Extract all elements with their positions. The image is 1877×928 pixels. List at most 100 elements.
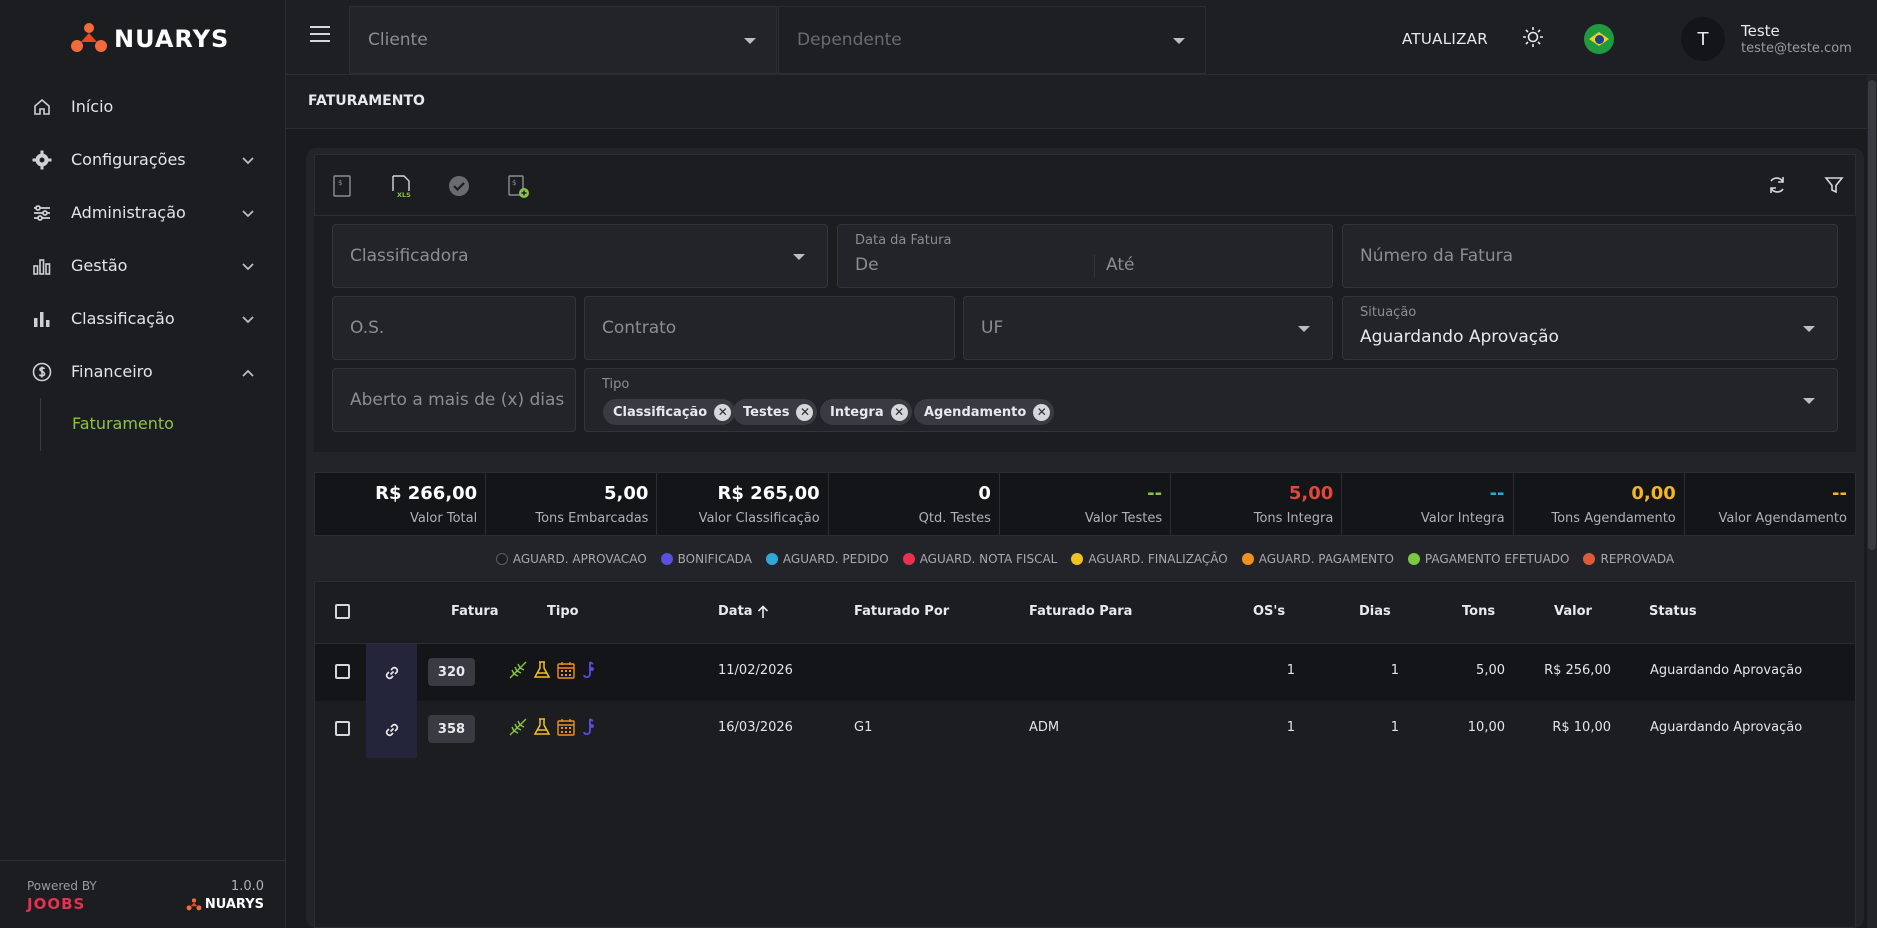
row-link-button[interactable]	[366, 644, 417, 701]
logo-mark-icon	[71, 23, 107, 52]
sidebar-item-configuracoes[interactable]: Configurações	[0, 133, 286, 186]
os-placeholder: O.S.	[350, 318, 385, 338]
remove-chip-icon[interactable]: ✕	[890, 403, 908, 421]
chip-integra[interactable]: Integra ✕	[820, 399, 912, 425]
remove-chip-icon[interactable]: ✕	[714, 403, 732, 421]
col-faturado-por[interactable]: Faturado Por	[854, 604, 949, 619]
col-tons[interactable]: Tons	[1462, 604, 1495, 619]
uf-select[interactable]: UF	[963, 296, 1333, 360]
legend-item: AGUARD. FINALIZAÇÃO	[1071, 552, 1228, 566]
situacao-select[interactable]: Situação Aguardando Aprovação	[1342, 296, 1838, 360]
legend-item: BONIFICADA	[660, 552, 752, 566]
remove-chip-icon[interactable]: ✕	[796, 403, 814, 421]
select-all-checkbox[interactable]	[335, 604, 350, 619]
range-divider	[1094, 255, 1095, 277]
col-tipo[interactable]: Tipo	[547, 604, 579, 619]
avatar[interactable]: T	[1681, 17, 1725, 61]
col-valor[interactable]: Valor	[1554, 604, 1592, 619]
aberto-dias-placeholder: Aberto a mais de (x) dias	[350, 390, 565, 410]
kpi-value: --	[1147, 483, 1163, 504]
brand-logo[interactable]: NUARYS	[70, 22, 229, 56]
page-scrollbar[interactable]	[1867, 75, 1877, 928]
row-checkbox[interactable]	[335, 721, 350, 736]
col-dias[interactable]: Dias	[1359, 604, 1391, 619]
tipo-multiselect[interactable]: Tipo Classificação ✕ Testes ✕ Integra ✕ Age…	[584, 368, 1838, 432]
col-os[interactable]: OS's	[1253, 604, 1285, 619]
kpi-value: 5,00	[1288, 483, 1334, 504]
col-faturado-para[interactable]: Faturado Para	[1029, 604, 1132, 619]
chevron-down-icon	[242, 257, 254, 275]
logo-mark-icon	[186, 897, 202, 910]
atualizar-button[interactable]: ATUALIZAR	[1402, 30, 1488, 48]
legend-item: PAGAMENTO EFETUADO	[1407, 552, 1570, 566]
kpi-value: 5,00	[604, 483, 649, 504]
chevron-down-icon	[242, 310, 254, 328]
row-checkbox[interactable]	[335, 664, 350, 679]
status-dot-icon	[1407, 553, 1420, 565]
table-row[interactable]: 358 16/03/2026 G1 ADM 1 1 10,00 R$ 10,00…	[315, 701, 1855, 758]
cell-valor: R$ 10,00	[1552, 720, 1611, 735]
invoice-icon[interactable]: $	[333, 175, 355, 199]
uf-placeholder: UF	[981, 318, 1004, 338]
approve-check-icon[interactable]	[448, 175, 470, 199]
theme-sun-icon[interactable]	[1522, 26, 1544, 52]
bar-chart-icon	[31, 308, 53, 330]
sidebar-item-administracao[interactable]: Administração	[0, 186, 286, 239]
topbar: Cliente Dependente ATUALIZAR T Teste tes…	[286, 0, 1877, 75]
cliente-select[interactable]: Cliente	[349, 6, 777, 74]
export-xls-icon[interactable]: XLS	[391, 175, 413, 199]
agendamento-calendar-icon	[557, 662, 575, 679]
refresh-icon[interactable]	[1767, 175, 1789, 199]
classificacao-type-icon	[509, 718, 527, 736]
cliente-placeholder: Cliente	[368, 30, 428, 50]
remove-chip-icon[interactable]: ✕	[1033, 403, 1051, 421]
chip-classificacao[interactable]: Classificação ✕	[603, 399, 736, 425]
os-input[interactable]: O.S.	[332, 296, 576, 360]
fatura-number-badge[interactable]: 358	[428, 715, 475, 743]
link-icon	[385, 666, 398, 679]
sidebar-item-financeiro[interactable]: Financeiro	[0, 345, 286, 398]
dollar-circle-icon	[31, 361, 53, 383]
tipo-label: Tipo	[602, 377, 630, 392]
numero-fatura-input[interactable]: Número da Fatura	[1342, 224, 1838, 288]
col-status[interactable]: Status	[1649, 604, 1697, 619]
contrato-input[interactable]: Contrato	[584, 296, 955, 360]
cell-tons: 10,00	[1467, 720, 1505, 735]
tipo-icons	[508, 660, 600, 680]
filter-icon[interactable]	[1824, 175, 1846, 199]
sidebar-item-gestao[interactable]: Gestão	[0, 239, 286, 292]
row-link-button[interactable]	[366, 701, 417, 758]
sidebar-item-label: Gestão	[71, 256, 128, 275]
scrollbar-thumb[interactable]	[1868, 80, 1876, 550]
col-data-label: Data	[718, 604, 753, 619]
aberto-dias-input[interactable]: Aberto a mais de (x) dias	[332, 368, 576, 432]
legend-label: PAGAMENTO EFETUADO	[1424, 552, 1570, 566]
data-fatura-range[interactable]: Data da Fatura De Até	[837, 224, 1333, 288]
fatura-number-badge[interactable]: 320	[428, 658, 475, 686]
add-invoice-icon[interactable]: $	[508, 175, 530, 199]
sidebar-item-faturamento[interactable]: Faturamento	[72, 414, 174, 433]
table-row[interactable]: 320 11/02/2026 1 1 5,00 R$ 256,00 Aguard…	[315, 644, 1855, 701]
cell-status: Aguardando Aprovação	[1650, 663, 1803, 678]
col-data[interactable]: Data	[718, 604, 769, 619]
chevron-down-icon	[242, 204, 254, 222]
chip-agendamento[interactable]: Agendamento ✕	[914, 399, 1055, 425]
kpi-label: Valor Total	[409, 511, 478, 526]
svg-text:$: $	[338, 179, 342, 187]
numero-fatura-placeholder: Número da Fatura	[1360, 246, 1514, 266]
cell-data: 11/02/2026	[718, 663, 793, 678]
agendamento-calendar-icon	[557, 719, 575, 736]
sidebar-item-inicio[interactable]: Início	[0, 80, 286, 133]
brazil-flag-icon[interactable]	[1584, 24, 1614, 54]
data-de-input[interactable]: De	[855, 255, 879, 275]
sidebar-item-classificacao[interactable]: Classificação	[0, 292, 286, 345]
hamburger-menu-icon[interactable]	[310, 26, 330, 42]
classificadora-select[interactable]: Classificadora	[332, 224, 828, 288]
kpi-item: 0,00 Tons Agendamento	[1514, 473, 1685, 535]
cell-os: 1	[1286, 720, 1295, 735]
kpi-value: R$ 265,00	[717, 483, 820, 504]
data-ate-input[interactable]: Até	[1106, 255, 1134, 275]
dependente-select[interactable]: Dependente	[778, 6, 1206, 74]
chip-testes[interactable]: Testes ✕	[733, 399, 818, 425]
col-fatura[interactable]: Fatura	[451, 604, 499, 619]
